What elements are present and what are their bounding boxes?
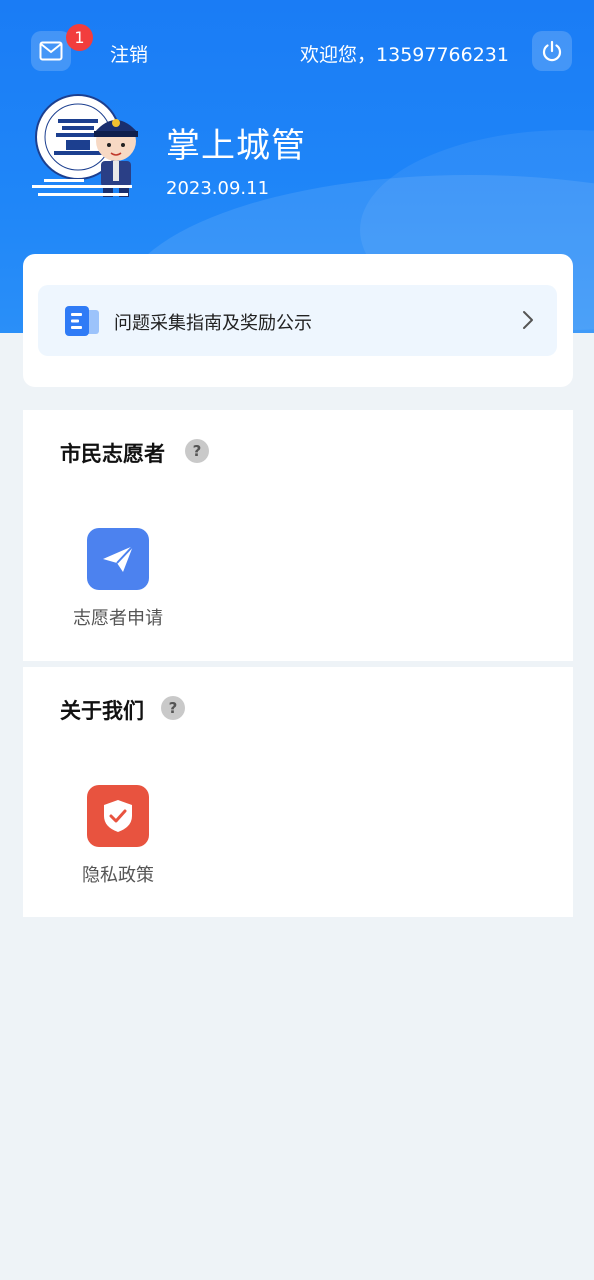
guide-link[interactable]: 问题采集指南及奖励公示: [38, 285, 557, 356]
volunteer-apply-button[interactable]: 志愿者申请: [63, 528, 173, 638]
help-icon[interactable]: ?: [161, 696, 185, 720]
about-section: 关于我们 ? 隐私政策: [23, 667, 573, 917]
power-button[interactable]: [532, 31, 572, 71]
document-icon: [65, 306, 99, 336]
shield-check-icon: [87, 785, 149, 847]
city-management-logo: [32, 94, 138, 197]
help-icon[interactable]: ?: [185, 439, 209, 463]
messages-button[interactable]: [31, 31, 71, 71]
volunteer-section: 市民志愿者 ? 志愿者申请: [23, 410, 573, 661]
guide-card: 问题采集指南及奖励公示: [23, 254, 573, 387]
logout-link[interactable]: 注销: [110, 40, 148, 67]
unread-badge: 1: [66, 24, 93, 51]
privacy-policy-button[interactable]: 隐私政策: [63, 785, 173, 895]
mail-icon: [39, 41, 63, 61]
section-title: 市民志愿者: [60, 442, 165, 466]
welcome-text: 欢迎您，13597766231: [300, 44, 509, 66]
app-date: 2023.09.11: [166, 178, 270, 199]
chevron-right-icon: [523, 311, 533, 329]
section-title: 关于我们: [60, 699, 144, 723]
paper-plane-icon: [87, 528, 149, 590]
app-title: 掌上城管: [166, 126, 306, 166]
tile-label: 隐私政策: [82, 865, 154, 886]
power-icon: [542, 40, 562, 62]
guide-label: 问题采集指南及奖励公示: [114, 313, 312, 334]
tile-label: 志愿者申请: [73, 608, 163, 629]
